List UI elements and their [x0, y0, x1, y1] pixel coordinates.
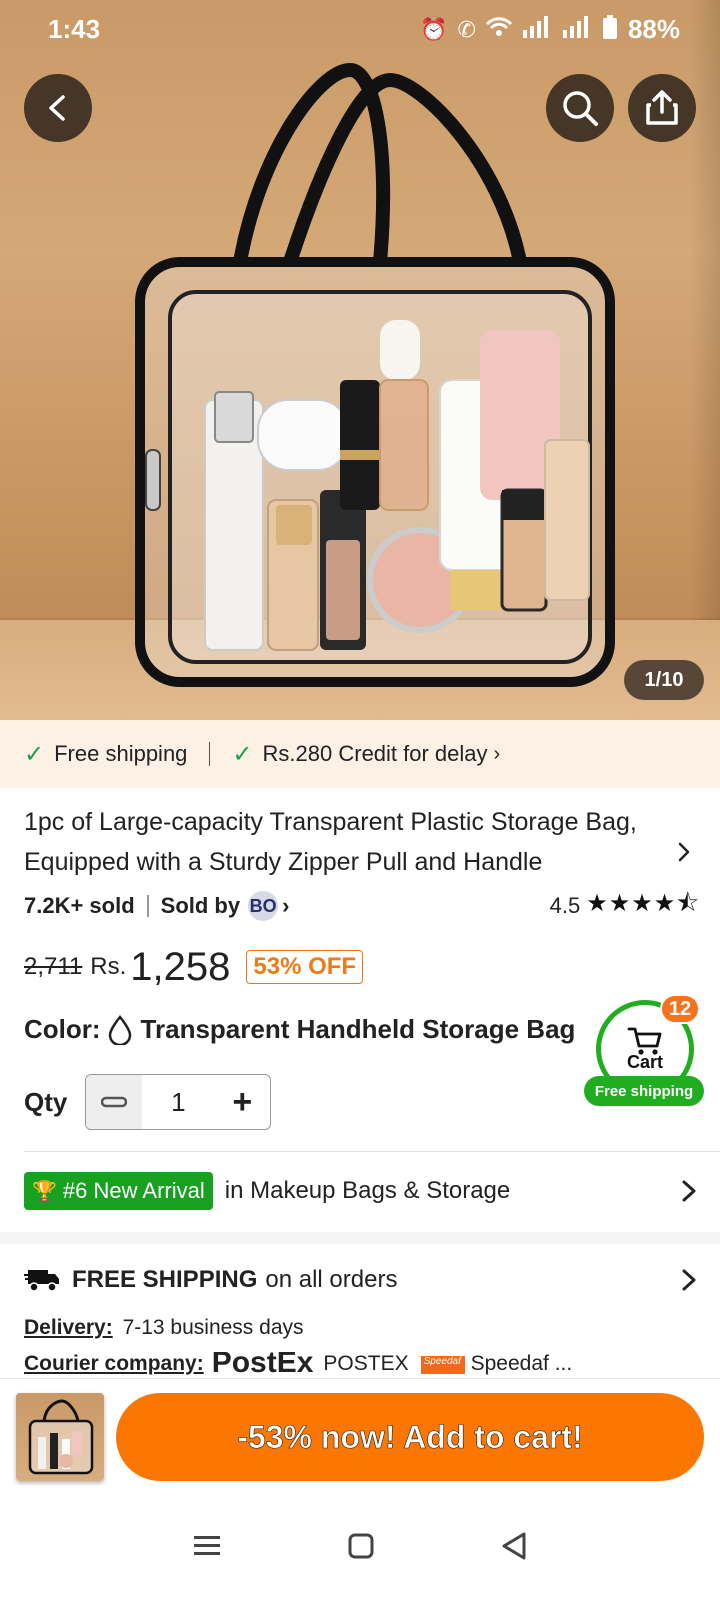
free-shipping-label: Free shipping: [54, 741, 188, 766]
trophy-icon: 🏆: [32, 1180, 57, 1203]
droplet-icon: [108, 1014, 131, 1045]
decrement-button[interactable]: [86, 1075, 143, 1129]
color-value: Transparent Handheld Storage Bag: [140, 1014, 576, 1044]
plus-icon: +: [232, 1082, 253, 1121]
sale-price: 1,258: [130, 944, 231, 989]
rating-value: 4.5: [549, 893, 581, 918]
chevron-right-icon[interactable]: [672, 840, 696, 864]
signal-icon-2: [562, 15, 592, 44]
quantity-value[interactable]: 1: [142, 1087, 214, 1118]
search-button[interactable]: [546, 74, 614, 142]
product-meta: 7.2K+ sold Sold by BO › 4.5 ★★★★⯪: [24, 888, 700, 924]
color-selector[interactable]: Color: Transparent Handheld Storage Bag: [24, 1014, 575, 1045]
courier-label: Courier company:: [24, 1352, 204, 1375]
minus-icon: [101, 1096, 128, 1108]
search-icon: [563, 91, 598, 126]
discount-badge: 53% OFF: [246, 950, 364, 984]
floating-cart[interactable]: Cart 12 Free shipping: [584, 994, 704, 1108]
battery-icon: [602, 14, 618, 45]
cart-free-shipping-badge: Free shipping: [584, 1076, 704, 1106]
free-shipping-subtitle: on all orders: [265, 1266, 398, 1293]
star-rating-icon: ★★★★⯪: [586, 889, 700, 917]
quantity-row: Qty 1 +: [24, 1074, 272, 1130]
cart-count-badge: 12: [660, 994, 700, 1024]
cart-label: Cart: [626, 1051, 663, 1072]
share-button[interactable]: [628, 74, 696, 142]
signal-icon: [522, 15, 552, 44]
system-navigation-bar: [0, 1492, 720, 1600]
currency: Rs.: [90, 953, 127, 980]
courier-name-1: POSTEX: [323, 1352, 409, 1375]
product-title[interactable]: 1pc of Large-capacity Transparent Plasti…: [24, 802, 664, 884]
section-separator: [0, 1232, 720, 1244]
chevron-right-icon: [682, 1180, 696, 1202]
image-counter: 1/10: [624, 660, 704, 700]
chevron-right-icon[interactable]: ›: [282, 893, 289, 919]
bottom-action-bar: -53% now! Add to cart!: [0, 1378, 720, 1492]
truck-icon: [24, 1270, 59, 1292]
share-icon: [646, 90, 678, 125]
price-row: 2,711 Rs. 1,258 53% OFF: [24, 940, 364, 994]
sold-by-label[interactable]: Sold by: [161, 893, 240, 919]
add-to-cart-button[interactable]: -53% now! Add to cart!: [116, 1393, 704, 1481]
benefits-strip[interactable]: ✓ Free shipping ✓ Rs.280 Credit for dela…: [0, 720, 720, 788]
increment-button[interactable]: +: [214, 1075, 270, 1129]
wifi-icon: [485, 16, 513, 43]
postex-logo: PostEx: [211, 1352, 314, 1378]
qty-label: Qty: [24, 1086, 68, 1117]
chevron-right-icon: [682, 1269, 696, 1291]
divider: [209, 742, 211, 766]
free-shipping-title: FREE SHIPPING: [72, 1266, 258, 1293]
home-icon[interactable]: [347, 1532, 375, 1560]
sold-count: 7.2K+ sold: [24, 893, 135, 918]
chevron-right-icon: ›: [493, 742, 501, 765]
rank-category: in Makeup Bags & Storage: [224, 1177, 511, 1204]
rating[interactable]: 4.5 ★★★★⯪: [550, 886, 700, 927]
battery-percent: 88%: [627, 14, 680, 44]
status-bar: 1:43 ⏰ ✆ 88%: [0, 0, 720, 62]
menu-icon[interactable]: [192, 1533, 222, 1559]
delivery-value: 7-13 business days: [122, 1316, 304, 1339]
shipping-info-row[interactable]: FREE SHIPPING on all orders: [24, 1262, 700, 1298]
chevron-left-icon: [49, 95, 65, 121]
seller-avatar[interactable]: BO: [248, 891, 279, 921]
original-price: 2,711: [24, 953, 83, 980]
color-label: Color:: [24, 1014, 101, 1044]
ranking-row[interactable]: 🏆 #6 New Arrival in Makeup Bags & Storag…: [24, 1172, 700, 1210]
call-icon: ✆: [457, 16, 476, 42]
credit-label: Rs.280 Credit for delay: [262, 741, 488, 766]
product-thumbnail-image: [28, 1399, 94, 1475]
product-thumbnail[interactable]: [16, 1393, 104, 1481]
check-icon: ✓: [24, 740, 45, 768]
courier-row: Courier company: PostEx POSTEX Speedaf S…: [24, 1352, 572, 1378]
speedaf-logo: Speedaf: [420, 1356, 465, 1374]
alarm-icon: ⏰: [420, 16, 448, 42]
delivery-label: Delivery:: [24, 1316, 113, 1339]
rank-badge: 🏆 #6 New Arrival: [24, 1172, 213, 1210]
status-time: 1:43: [48, 14, 101, 44]
delivery-time: Delivery: 7-13 business days: [24, 1316, 304, 1340]
section-divider: [24, 1151, 720, 1152]
status-icons: ⏰ ✆ 88%: [420, 14, 680, 45]
divider: [146, 895, 149, 917]
back-triangle-icon[interactable]: [500, 1531, 528, 1561]
quantity-stepper[interactable]: 1 +: [85, 1074, 272, 1130]
check-icon: ✓: [232, 740, 253, 768]
courier-name-2: Speedaf ...: [470, 1352, 573, 1375]
back-button[interactable]: [24, 74, 92, 142]
rank-badge-label: #6 New Arrival: [62, 1178, 205, 1203]
